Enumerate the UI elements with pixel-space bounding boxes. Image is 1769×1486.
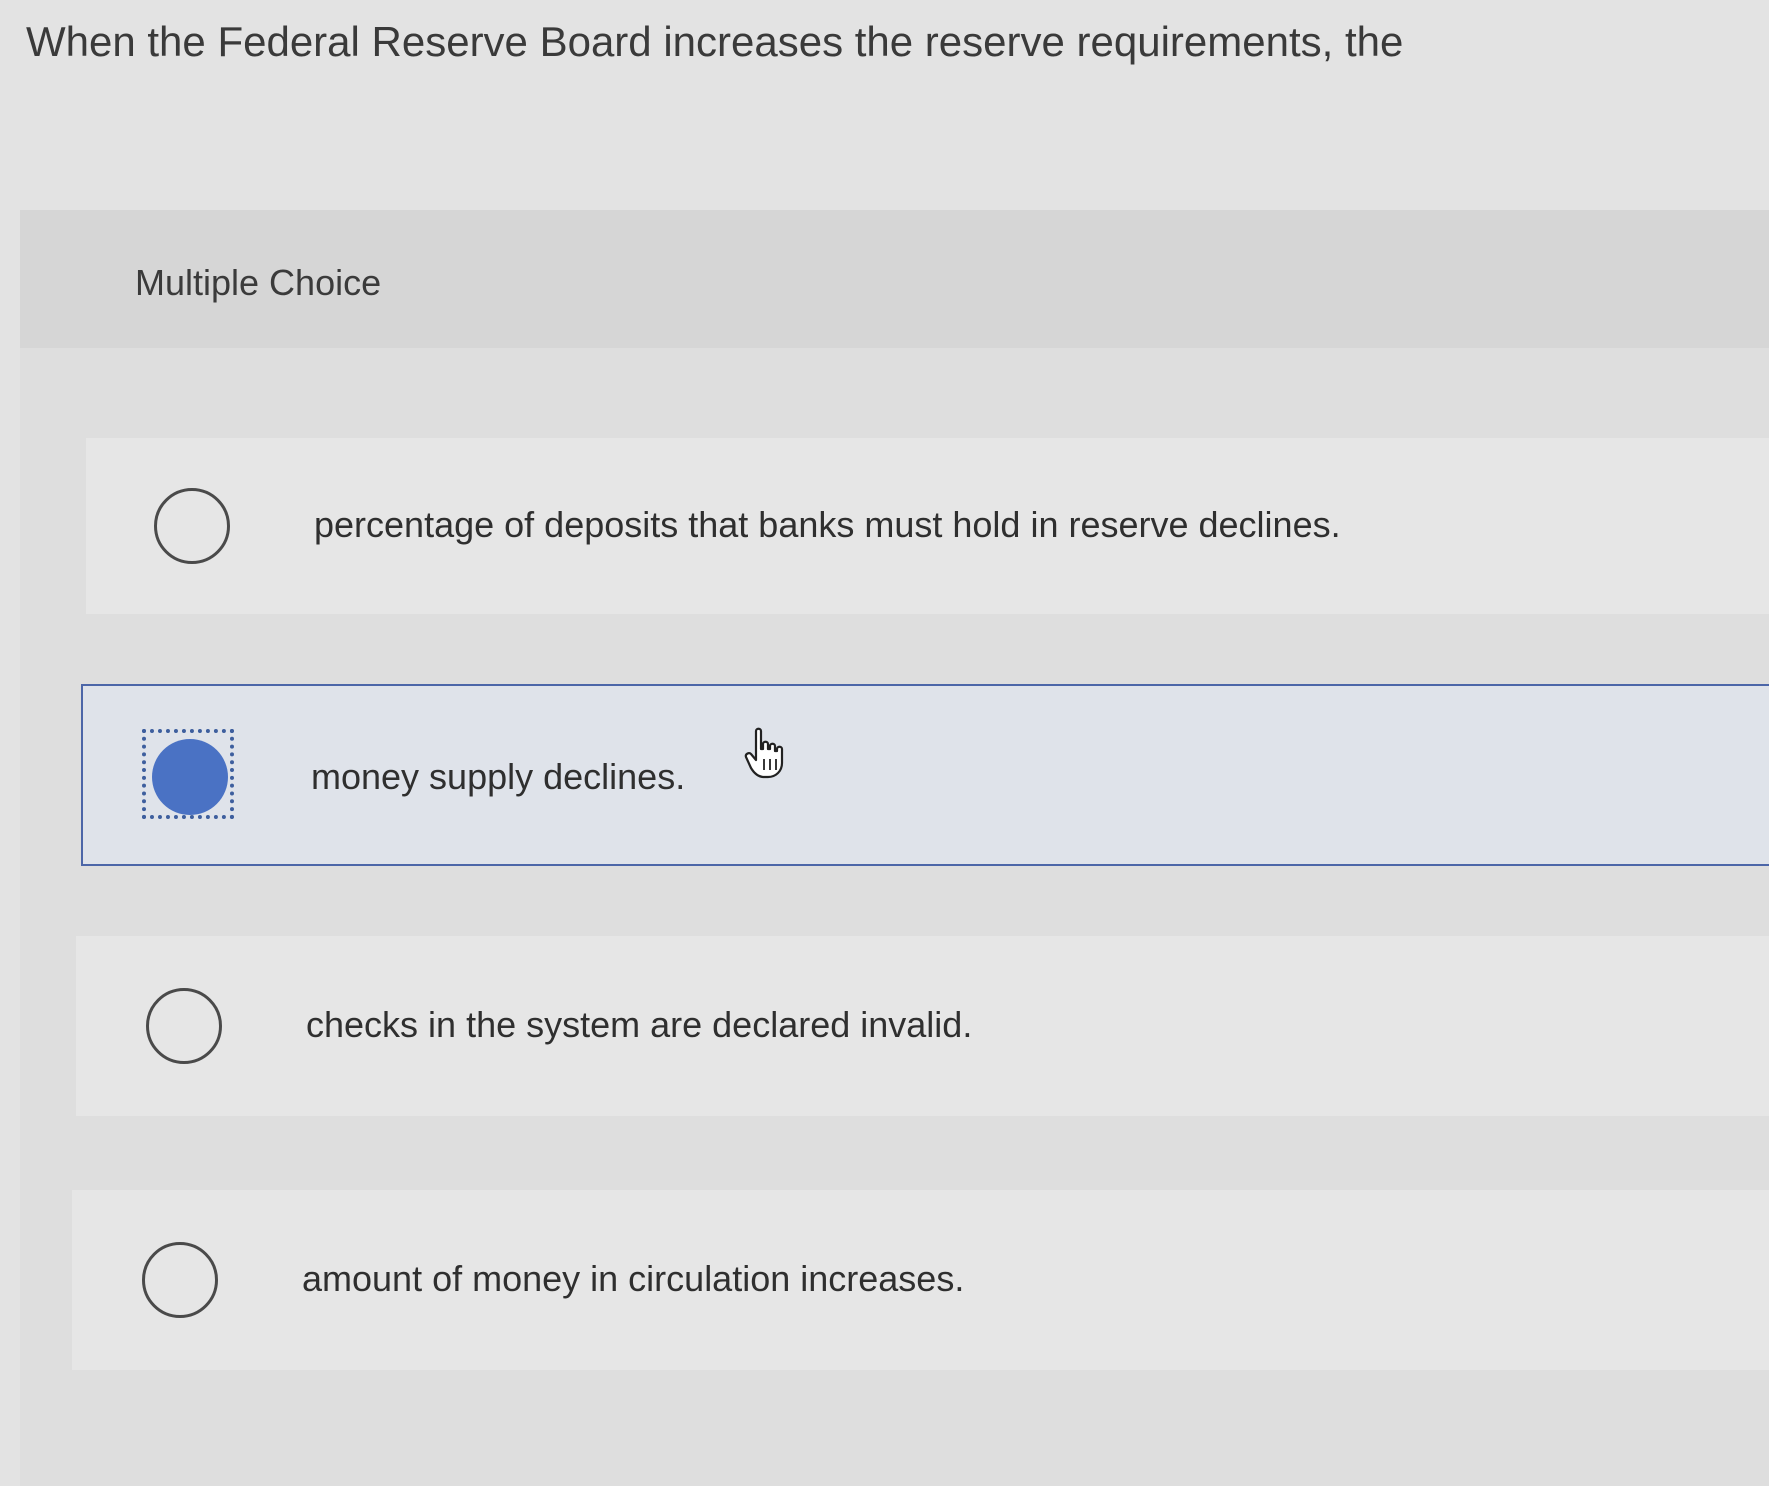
hand-pointer-icon	[744, 727, 784, 779]
radio-button-2[interactable]	[152, 739, 228, 815]
choice-text-4: amount of money in circulation increases…	[302, 1258, 965, 1299]
choice-text-2: money supply declines.	[311, 756, 686, 797]
choice-text-3: checks in the system are declared invali…	[306, 1004, 973, 1045]
question-text: When the Federal Reserve Board increases…	[26, 18, 1404, 65]
choice-option-4[interactable]: amount of money in circulation increases…	[72, 1190, 1769, 1370]
radio-button-1[interactable]	[154, 488, 230, 564]
radio-focus-outline[interactable]	[142, 729, 234, 819]
question-type-label: Multiple Choice	[135, 262, 382, 303]
question-type-header: Multiple Choice	[20, 210, 1769, 348]
choice-option-2[interactable]: money supply declines.	[81, 684, 1769, 866]
choice-option-1[interactable]: percentage of deposits that banks must h…	[86, 438, 1769, 614]
choice-option-3[interactable]: checks in the system are declared invali…	[76, 936, 1769, 1116]
radio-button-4[interactable]	[142, 1242, 218, 1318]
radio-button-3[interactable]	[146, 988, 222, 1064]
choice-text-1: percentage of deposits that banks must h…	[314, 504, 1341, 545]
